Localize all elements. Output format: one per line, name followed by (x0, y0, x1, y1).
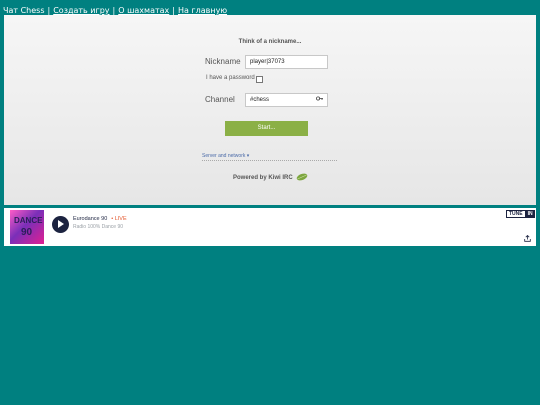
server-network-link[interactable]: Server and network ▾ (202, 153, 249, 159)
kiwi-leaf-icon (296, 173, 308, 181)
divider (202, 160, 337, 161)
share-icon[interactable] (524, 235, 531, 242)
channel-label: Channel (205, 95, 235, 104)
start-button[interactable]: Start... (225, 121, 308, 136)
station-subtitle: Radio 100% Dance 90 (73, 224, 124, 230)
nickname-input[interactable]: player|37073 (245, 55, 328, 69)
password-checkbox[interactable] (256, 76, 263, 83)
live-badge: • LIVE (111, 216, 127, 222)
nav-create-game-link[interactable]: Создать игру (53, 6, 109, 15)
nav-about-chess-link[interactable]: О шахматах (118, 6, 169, 15)
album-art: DANCE 90 (10, 210, 44, 244)
tunein-logo[interactable]: TUNE IN (506, 210, 535, 218)
album-art-text: DANCE (14, 216, 43, 225)
powered-by-text: Powered by Kiwi IRC (233, 175, 293, 181)
nav-separator: | (47, 6, 51, 15)
station-name: Eurodance 90 (73, 216, 108, 222)
top-nav: Чат Chess | Создать игру | О шахматах | На гла… (3, 6, 227, 15)
nav-chess-chat: Чат Chess (3, 6, 45, 15)
album-art-number: 90 (21, 227, 33, 238)
nickname-label: Nickname (205, 57, 241, 66)
nav-separator: | (112, 6, 116, 15)
password-label: I have a password (206, 75, 255, 81)
radio-player: DANCE 90 Eurodance 90 • LIVE Radio 100% D… (4, 208, 536, 246)
station-title: Eurodance 90 • LIVE (73, 216, 127, 222)
tunein-logo-left: TUNE (506, 210, 526, 218)
kiwi-irc-panel: Think of a nickname... Nickname player|3… (4, 15, 536, 205)
nav-home-link[interactable]: На главную (178, 6, 227, 15)
key-icon (316, 96, 323, 101)
tunein-logo-right: IN (525, 210, 535, 218)
play-button[interactable] (52, 216, 69, 233)
nickname-heading: Think of a nickname... (238, 39, 302, 45)
nav-separator: | (172, 6, 175, 15)
